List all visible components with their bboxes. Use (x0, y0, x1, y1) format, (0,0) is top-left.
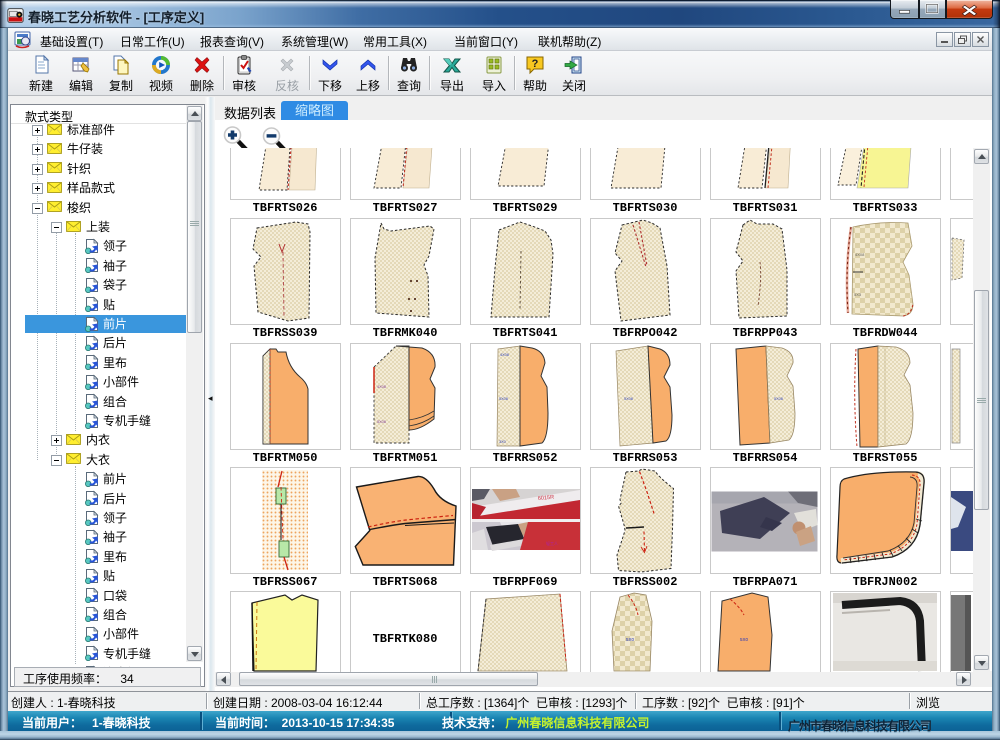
svg-text:5X0: 5X0 (740, 637, 749, 642)
svg-text:?: ? (532, 58, 539, 70)
svg-text:5X0: 5X0 (626, 637, 635, 642)
svg-text:轻工人: 轻工人 (546, 540, 558, 546)
svg-text:5X08: 5X08 (624, 397, 633, 401)
svg-text:TBFRTK080: TBFRTK080 (372, 632, 437, 646)
svg-text:5X08: 5X08 (774, 397, 783, 401)
svg-text:5X08: 5X08 (499, 397, 508, 401)
svg-text:5X3: 5X3 (854, 292, 862, 297)
svg-text:3X0: 3X0 (499, 440, 506, 444)
svg-text:4X08: 4X08 (377, 385, 386, 389)
svg-text:4X08: 4X08 (500, 353, 509, 357)
svg-text:4X08: 4X08 (855, 252, 865, 257)
svg-text:5X08: 5X08 (377, 420, 386, 424)
